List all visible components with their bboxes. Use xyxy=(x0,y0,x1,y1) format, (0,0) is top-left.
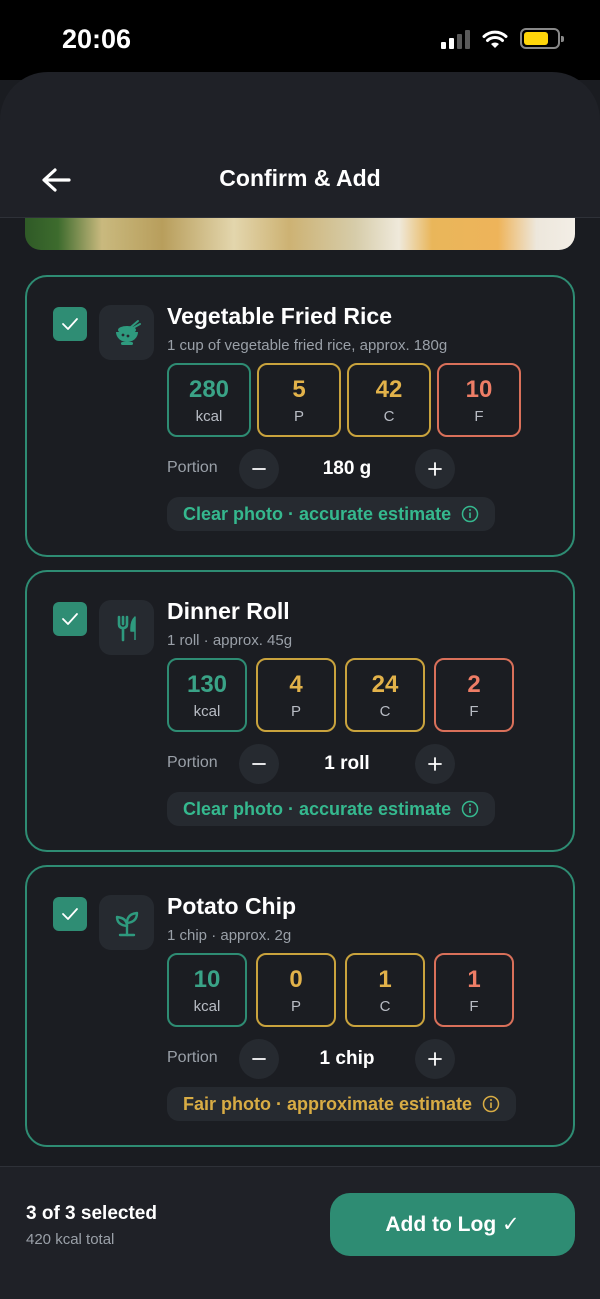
sheet-header xyxy=(0,72,600,218)
estimate-badge[interactable]: Clear photo · accurate estimate xyxy=(167,497,496,531)
portion-value: 180 g xyxy=(322,458,372,479)
decrease-portion-button[interactable] xyxy=(239,449,279,489)
macro-label: C xyxy=(379,702,391,720)
macro-c: 42 C xyxy=(347,363,431,437)
macro-label: kcal xyxy=(193,997,221,1015)
macro-value: 0 xyxy=(289,965,303,993)
food-card: Vegetable Fried Rice 1 cup of vegetable … xyxy=(25,275,575,557)
macro-f: 2 F xyxy=(434,658,514,732)
macro-label: F xyxy=(469,997,479,1015)
macro-f: 10 F xyxy=(437,363,521,437)
macro-value: 24 xyxy=(371,670,399,698)
macro-value: 1 xyxy=(378,965,392,993)
minus-icon xyxy=(252,763,266,765)
footer-bar: 3 of 3 selected 420 kcal total Add to Lo… xyxy=(0,1166,600,1299)
macro-kcal: 280 kcal xyxy=(167,363,251,437)
cellular-signal-icon xyxy=(441,29,470,49)
estimate-text: Clear photo · accurate estimate xyxy=(183,798,452,819)
plus-icon xyxy=(428,462,442,476)
increase-portion-button[interactable] xyxy=(415,744,455,784)
estimate-badge[interactable]: Fair photo · approximate estimate xyxy=(167,1087,517,1121)
portion-value: 1 chip xyxy=(319,1048,375,1069)
macro-p: 0 P xyxy=(256,953,336,1027)
portion-label: Portion xyxy=(167,1049,218,1066)
food-description: 1 cup of vegetable fried rice, approx. 1… xyxy=(167,337,448,354)
macro-label: kcal xyxy=(195,407,223,425)
macro-label: C xyxy=(383,407,395,425)
meal-photo xyxy=(25,218,575,250)
food-card: Potato Chip 1 chip · approx. 2g 10 kcal … xyxy=(25,865,575,1147)
checkmark-icon xyxy=(61,907,79,921)
info-icon xyxy=(461,505,479,523)
estimate-text: Fair photo · approximate estimate xyxy=(183,1093,473,1114)
add-to-log-button[interactable]: Add to Log ✓ xyxy=(330,1193,575,1256)
battery-icon xyxy=(520,28,564,49)
macro-row: 10 kcal 0 P 1 C 1 F xyxy=(167,953,514,1027)
portion-value: 1 roll xyxy=(324,753,370,774)
total-calories: 420 kcal total xyxy=(26,1231,115,1248)
macro-c: 24 C xyxy=(345,658,425,732)
macro-value: 10 xyxy=(193,965,221,993)
info-icon xyxy=(461,800,479,818)
plus-icon xyxy=(428,757,442,771)
status-icons xyxy=(441,28,564,49)
checkmark-icon xyxy=(61,612,79,626)
item-checkbox[interactable] xyxy=(53,307,87,341)
increase-portion-button[interactable] xyxy=(415,449,455,489)
status-time: 20:06 xyxy=(62,24,132,54)
macro-value: 4 xyxy=(289,670,303,698)
macro-row: 130 kcal 4 P 24 C 2 F xyxy=(167,658,514,732)
fork-knife-icon xyxy=(99,600,154,655)
minus-icon xyxy=(252,468,266,470)
macro-label: P xyxy=(290,702,301,720)
macro-value: 1 xyxy=(467,965,481,993)
status-bar: 20:06 xyxy=(0,0,600,80)
food-name: Vegetable Fried Rice xyxy=(167,303,392,329)
item-checkbox[interactable] xyxy=(53,897,87,931)
macro-value: 5 xyxy=(292,375,306,403)
portion-label: Portion xyxy=(167,459,218,476)
food-card: Dinner Roll 1 roll · approx. 45g 130 kca… xyxy=(25,570,575,852)
macro-kcal: 10 kcal xyxy=(167,953,247,1027)
estimate-badge[interactable]: Clear photo · accurate estimate xyxy=(167,792,496,826)
item-checkbox[interactable] xyxy=(53,602,87,636)
minus-icon xyxy=(252,1058,266,1060)
increase-portion-button[interactable] xyxy=(415,1039,455,1079)
portion-label: Portion xyxy=(167,754,218,771)
page-title: Confirm & Add xyxy=(219,165,381,191)
macro-value: 280 xyxy=(188,375,230,403)
wifi-icon xyxy=(482,30,508,48)
macro-c: 1 C xyxy=(345,953,425,1027)
macro-value: 2 xyxy=(467,670,481,698)
macro-p: 4 P xyxy=(256,658,336,732)
macro-label: F xyxy=(469,702,479,720)
food-description: 1 chip · approx. 2g xyxy=(167,927,292,944)
macro-value: 130 xyxy=(186,670,228,698)
macro-label: C xyxy=(379,997,391,1015)
rice-bowl-icon xyxy=(99,305,154,360)
macro-p: 5 P xyxy=(257,363,341,437)
macro-label: kcal xyxy=(193,702,221,720)
selected-count: 3 of 3 selected xyxy=(26,1203,157,1224)
decrease-portion-button[interactable] xyxy=(239,1039,279,1079)
food-name: Potato Chip xyxy=(167,893,297,919)
checkmark-icon xyxy=(61,317,79,331)
sprout-icon xyxy=(99,895,154,950)
macro-f: 1 F xyxy=(434,953,514,1027)
macro-value: 42 xyxy=(375,375,403,403)
macro-row: 280 kcal 5 P 42 C 10 F xyxy=(167,363,521,437)
info-icon xyxy=(482,1095,500,1113)
macro-kcal: 130 kcal xyxy=(167,658,247,732)
estimate-text: Clear photo · accurate estimate xyxy=(183,503,452,524)
macro-label: F xyxy=(474,407,484,425)
food-name: Dinner Roll xyxy=(167,598,290,624)
plus-icon xyxy=(428,1052,442,1066)
decrease-portion-button[interactable] xyxy=(239,744,279,784)
macro-label: P xyxy=(290,997,301,1015)
food-description: 1 roll · approx. 45g xyxy=(167,632,293,649)
macro-value: 10 xyxy=(465,375,493,403)
macro-label: P xyxy=(293,407,304,425)
